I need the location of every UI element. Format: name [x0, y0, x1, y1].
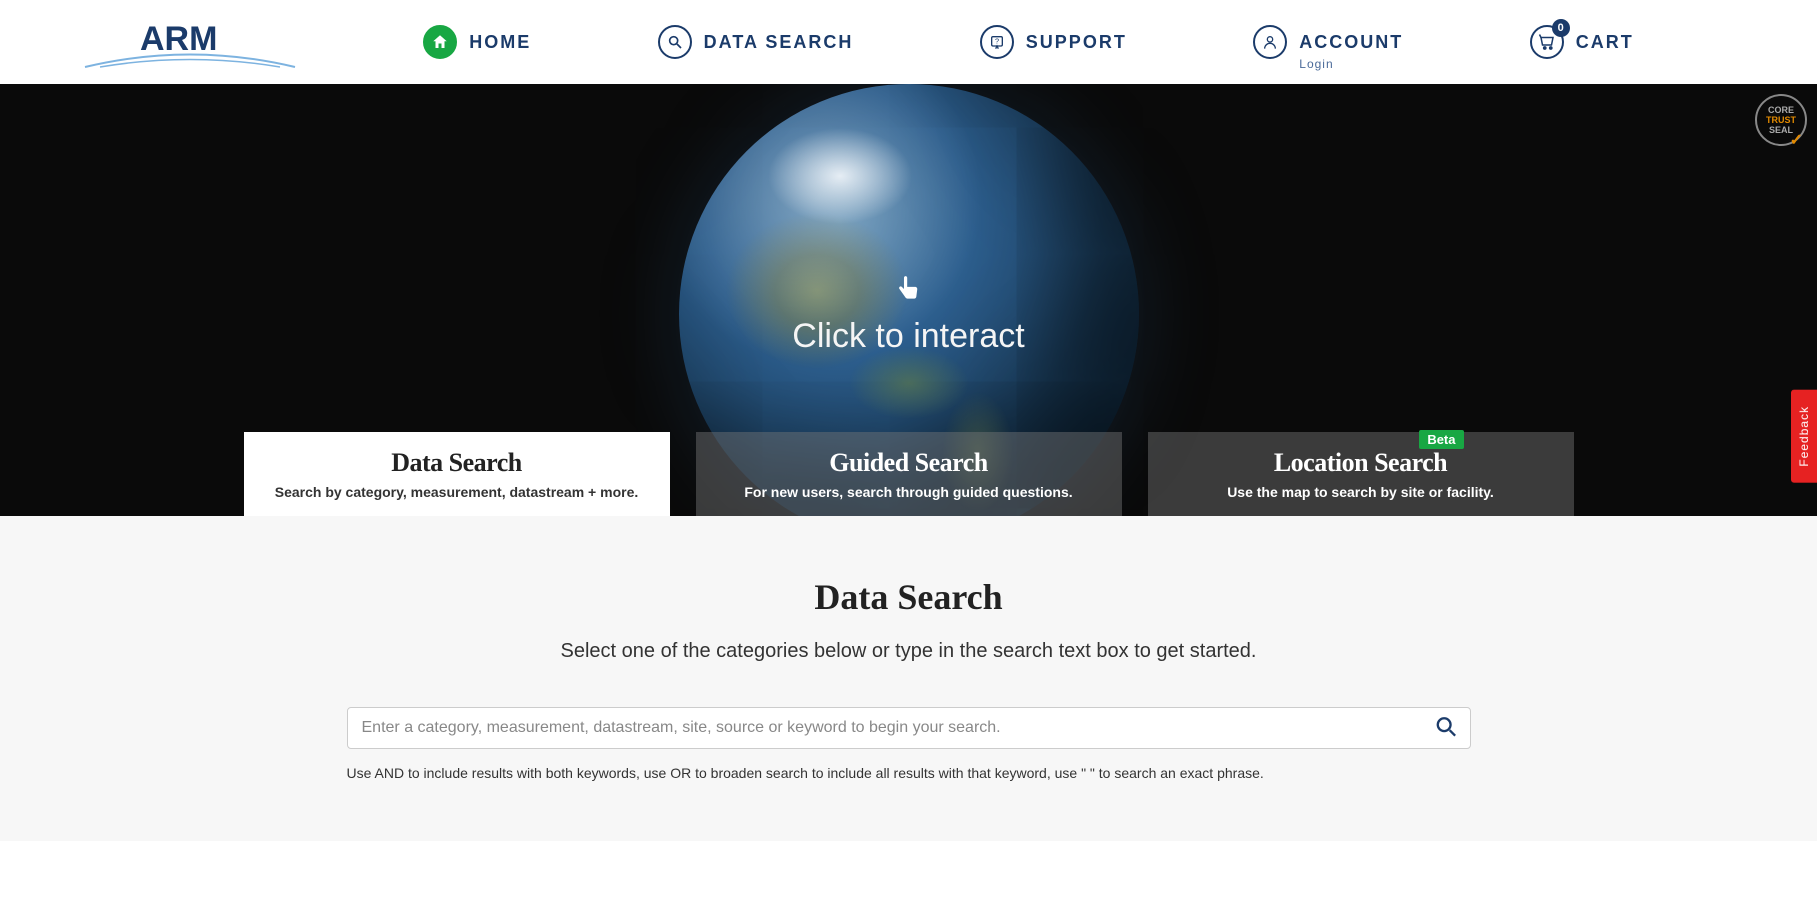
nav-support-label: SUPPORT: [1026, 32, 1127, 53]
search-input[interactable]: [347, 707, 1471, 749]
tab-location-search-title: Location Search: [1274, 448, 1447, 478]
nav-cart-label: CART: [1576, 32, 1634, 53]
support-icon: ?: [980, 25, 1014, 59]
tab-data-search-title: Data Search: [391, 448, 522, 478]
main-nav: HOME DATA SEARCH ? SUPPORT ACCOUNT Login: [360, 25, 1737, 59]
trust-line1: CORE: [1768, 105, 1794, 115]
page-title: Data Search: [0, 576, 1817, 618]
nav-home-label: HOME: [469, 32, 531, 53]
cart-badge: 0: [1552, 19, 1570, 37]
core-trust-seal[interactable]: CORE TRUST SEAL ✓: [1755, 94, 1807, 146]
search-icon: [658, 25, 692, 59]
logo[interactable]: ARM: [80, 12, 360, 72]
trust-line2: TRUST: [1766, 115, 1796, 125]
pointer-icon: [896, 274, 922, 309]
search-hint: Use AND to include results with both key…: [347, 765, 1471, 781]
tab-guided-search-sub: For new users, search through guided que…: [744, 484, 1072, 500]
header: ARM HOME DATA SEARCH ? SUPPORT: [0, 0, 1817, 84]
account-icon: [1253, 25, 1287, 59]
nav-cart[interactable]: 0 CART: [1530, 25, 1634, 59]
search-button[interactable]: [1429, 710, 1463, 747]
svg-text:ARM: ARM: [140, 20, 217, 58]
beta-badge: Beta: [1419, 430, 1463, 449]
main-search-section: Data Search Select one of the categories…: [0, 516, 1817, 841]
nav-account-label: ACCOUNT: [1299, 32, 1403, 53]
nav-account-sublabel: Login: [1299, 57, 1333, 71]
globe-interact-text: Click to interact: [792, 317, 1024, 356]
search-tabs: Data Search Search by category, measurem…: [244, 432, 1574, 516]
tab-location-search-sub: Use the map to search by site or facilit…: [1227, 484, 1494, 500]
search-box: [347, 707, 1471, 749]
check-icon: ✓: [1790, 136, 1803, 146]
tab-data-search[interactable]: Data Search Search by category, measurem…: [244, 432, 670, 516]
nav-data-search[interactable]: DATA SEARCH: [658, 25, 854, 59]
search-icon: [1435, 716, 1457, 738]
hero: Click to interact CORE TRUST SEAL ✓ Data…: [0, 84, 1817, 516]
feedback-tab[interactable]: Feedback: [1791, 390, 1817, 483]
nav-account[interactable]: ACCOUNT Login: [1253, 25, 1403, 59]
home-icon: [423, 25, 457, 59]
page-subtitle: Select one of the categories below or ty…: [0, 640, 1817, 663]
tab-location-search[interactable]: Beta Location Search Use the map to sear…: [1148, 432, 1574, 516]
nav-support[interactable]: ? SUPPORT: [980, 25, 1127, 59]
tab-guided-search-title: Guided Search: [829, 448, 987, 478]
globe-overlay[interactable]: Click to interact: [792, 274, 1024, 356]
tab-data-search-sub: Search by category, measurement, datastr…: [275, 484, 639, 500]
nav-data-search-label: DATA SEARCH: [704, 32, 854, 53]
nav-home[interactable]: HOME: [423, 25, 531, 59]
tab-guided-search[interactable]: Guided Search For new users, search thro…: [696, 432, 1122, 516]
arm-logo-icon: ARM: [80, 12, 300, 72]
svg-text:?: ?: [995, 36, 999, 45]
